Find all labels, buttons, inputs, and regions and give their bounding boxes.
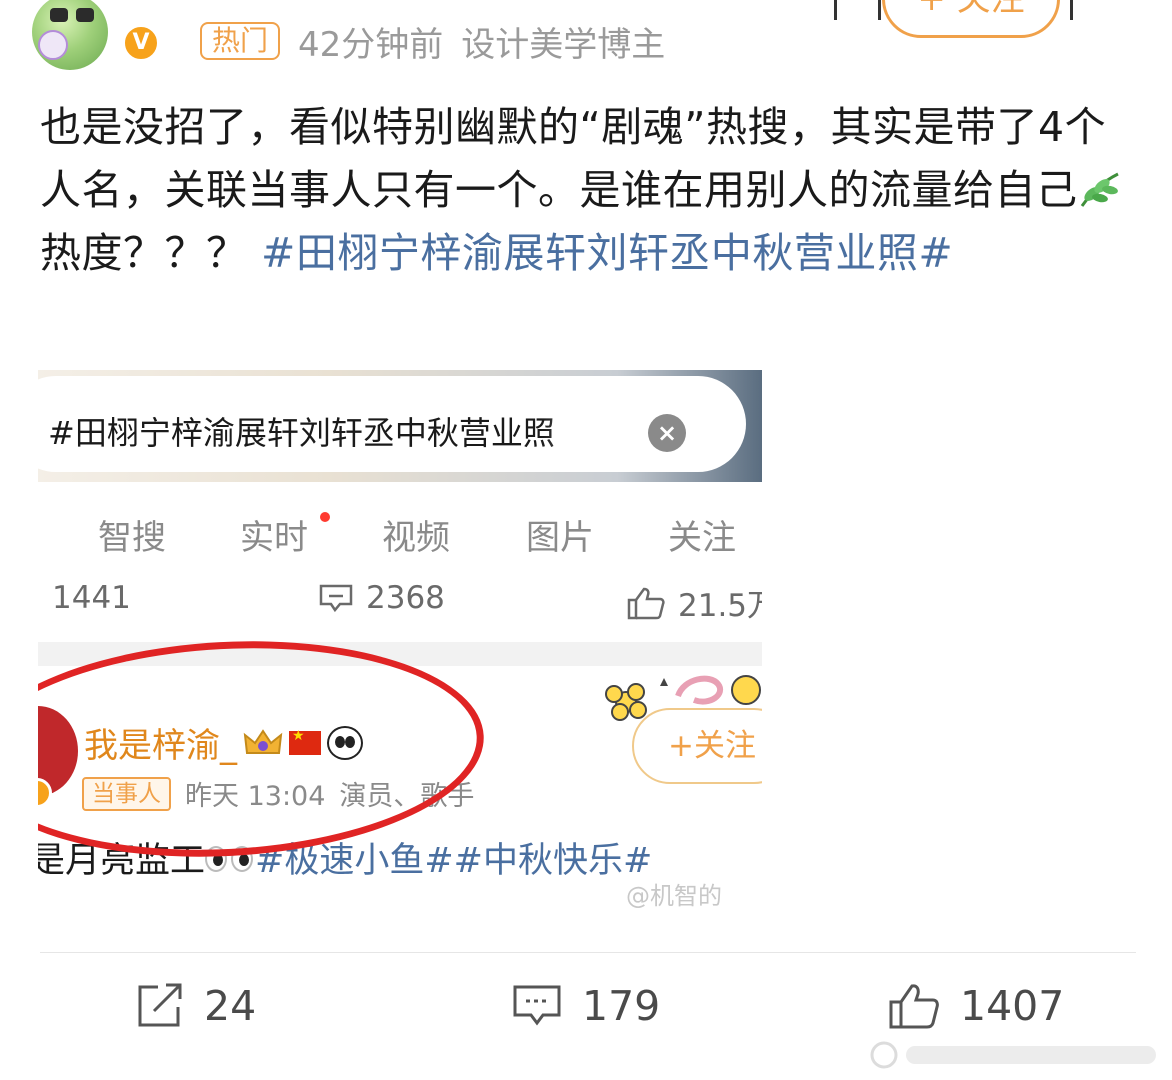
post-time: 42分钟前 — [298, 24, 444, 65]
tab-smart-search[interactable]: 智搜 — [98, 510, 166, 559]
post-text: 也是没招了，看似特别幽默的“剧魂”热搜，其实是带了4个人名，关联当事人只有一个。… — [40, 96, 1130, 285]
like-button[interactable]: 1407 — [888, 982, 1064, 1030]
card-follow-button[interactable]: +关注 — [632, 708, 762, 784]
comment-count: 179 — [582, 982, 661, 1030]
like-icon — [889, 984, 939, 1029]
verified-badge-icon: V — [122, 24, 160, 62]
hot-tag: 热门 — [200, 22, 281, 60]
tab-video[interactable]: 视频 — [382, 510, 450, 559]
embedded-stats: 1441 2368 21.5万 — [38, 580, 762, 624]
actions-divider — [40, 952, 1136, 953]
corner-watermark-icon — [870, 1041, 1156, 1069]
repost-icon — [38, 582, 40, 614]
search-query-text: #田栩宁梓渝展轩刘轩丞中秋营业照 — [48, 414, 555, 452]
search-tabs: 智搜 实时 视频 图片 关注 — [38, 510, 762, 562]
post-meta: 热门 42分钟前 设计美学博主 — [200, 18, 666, 65]
tab-images[interactable]: 图片 — [526, 510, 594, 559]
post-body: 也是没招了，看似特别幽默的“剧魂”热搜，其实是带了4个人名，关联当事人只有一个。… — [40, 103, 1107, 214]
post-actions: 24 179 1407 — [0, 982, 1172, 1042]
repost-count: 24 — [204, 982, 257, 1030]
notification-dot-icon — [320, 512, 330, 522]
author-avatar[interactable]: V — [32, 0, 160, 70]
like-count: 1407 — [960, 982, 1065, 1030]
clear-icon[interactable]: × — [648, 414, 686, 452]
tab-following[interactable]: 关注 — [668, 510, 736, 559]
embedded-screenshot: #田栩宁梓渝展轩刘轩丞中秋营业照 × 智搜 实时 视频 图片 关注 1441 2… — [38, 370, 762, 910]
repost-button[interactable]: 24 — [136, 982, 256, 1030]
avatar-image — [32, 0, 108, 70]
post-hashtag-link[interactable]: #田栩宁梓渝展轩刘轩丞中秋营业照# — [261, 229, 953, 277]
comment-icon — [513, 985, 561, 1026]
weibo-watermark: @机智的 — [626, 882, 722, 910]
comment-button[interactable]: 179 — [512, 982, 660, 1030]
share-icon — [138, 983, 182, 1027]
card-hashtag-links[interactable]: #极速小鱼##中秋快乐# — [255, 841, 652, 881]
embedded-like-count[interactable]: 21.5万 — [626, 580, 762, 625]
post-body-end: 热度？？？ — [40, 229, 248, 277]
search-bar[interactable]: #田栩宁梓渝展轩刘轩丞中秋营业照 × — [38, 376, 746, 472]
leaf-emoji-icon — [1078, 165, 1122, 207]
like-icon — [627, 587, 665, 619]
comment-icon — [319, 584, 353, 613]
embedded-repost-count[interactable]: 1441 — [38, 580, 131, 616]
tab-realtime[interactable]: 实时 — [240, 510, 308, 559]
author-description: 设计美学博主 — [461, 24, 666, 65]
embedded-comment-count[interactable]: 2368 — [318, 580, 445, 616]
follow-button[interactable]: + 关注 — [882, 0, 1060, 38]
